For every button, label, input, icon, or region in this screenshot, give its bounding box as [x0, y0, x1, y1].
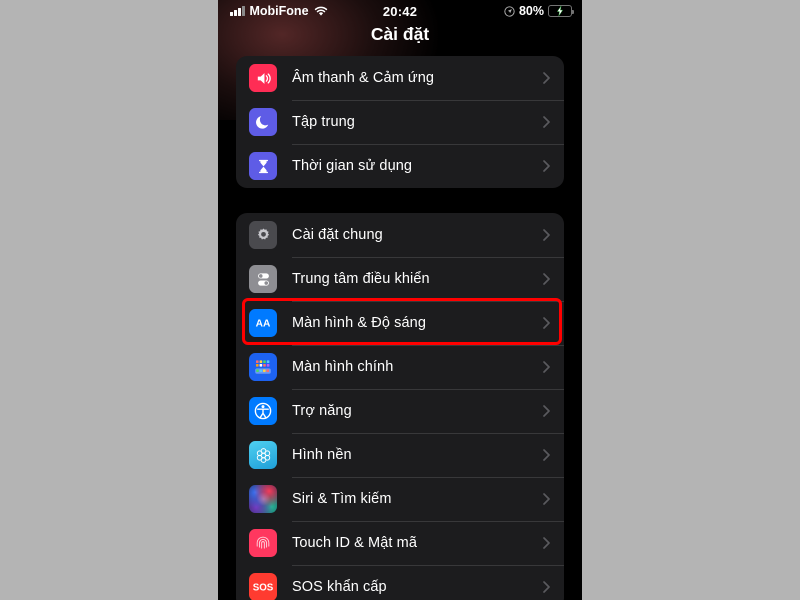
settings-row-label: Tập trung [292, 114, 355, 130]
charging-bolt-glyph [556, 5, 564, 17]
control-center-toggles-icon [249, 265, 277, 293]
touch-id-fingerprint-icon [249, 529, 277, 557]
settings-row-label: Hình nền [292, 447, 352, 463]
settings-row-general[interactable]: Cài đặt chung [236, 213, 564, 257]
wallpaper-flower-icon [249, 441, 277, 469]
settings-row-label: Thời gian sử dụng [292, 158, 413, 174]
settings-row-label: Màn hình chính [292, 359, 394, 375]
chevron-right-icon [543, 449, 550, 461]
settings-row-siri[interactable]: Siri & Tìm kiếm [236, 477, 564, 521]
general-gear-icon [249, 221, 277, 249]
settings-row-control-center[interactable]: Trung tâm điều khiển [236, 257, 564, 301]
settings-row-focus[interactable]: Tập trung [236, 100, 564, 144]
settings-section-general: Cài đặt chung Trung tâm điều khiển AA Mà… [236, 213, 564, 600]
settings-row-label: Touch ID & Mật mã [292, 535, 417, 551]
emergency-sos-icon: SOS [249, 573, 277, 600]
svg-text:SOS: SOS [253, 583, 274, 594]
chevron-right-icon [543, 581, 550, 593]
location-arrow-icon [504, 5, 515, 17]
battery-charging-icon [548, 5, 575, 17]
display-brightness-aa-icon: AA [249, 309, 277, 337]
home-screen-grid-icon [249, 353, 277, 381]
settings-row-label: Trung tâm điều khiển [292, 271, 430, 287]
battery-percent-label: 80% [518, 4, 544, 18]
settings-row-touch-id[interactable]: Touch ID & Mật mã [236, 521, 564, 565]
siri-orb-icon [249, 485, 277, 513]
settings-row-wallpaper[interactable]: Hình nền [236, 433, 564, 477]
settings-row-label: Cài đặt chung [292, 227, 383, 243]
phone-screen: MobiFone 20:42 80% Cài đặt Âm thanh & Cả… [218, 0, 582, 600]
chevron-right-icon [543, 116, 550, 128]
chevron-right-icon [543, 317, 550, 329]
settings-section-notifications: Âm thanh & Cảm ứng Tập trung Thời gian s… [236, 56, 564, 188]
settings-row-sounds[interactable]: Âm thanh & Cảm ứng [236, 56, 564, 100]
settings-row-label: Trợ năng [292, 403, 352, 419]
settings-row-accessibility[interactable]: Trợ năng [236, 389, 564, 433]
status-bar-right: 80% [504, 4, 575, 18]
settings-row-label: Màn hình & Độ sáng [292, 315, 426, 331]
settings-scroll-view[interactable]: Âm thanh & Cảm ứng Tập trung Thời gian s… [218, 0, 582, 600]
settings-row-label: Siri & Tìm kiếm [292, 491, 392, 507]
chevron-right-icon [543, 361, 550, 373]
screen-time-hourglass-icon [249, 152, 277, 180]
chevron-right-icon [543, 160, 550, 172]
settings-row-screen-time[interactable]: Thời gian sử dụng [236, 144, 564, 188]
chevron-right-icon [543, 72, 550, 84]
chevron-right-icon [543, 405, 550, 417]
settings-row-home-screen[interactable]: Màn hình chính [236, 345, 564, 389]
accessibility-icon [249, 397, 277, 425]
settings-row-label: SOS khẩn cấp [292, 579, 387, 595]
svg-text:AA: AA [256, 319, 271, 330]
page-title: Cài đặt [370, 24, 430, 44]
chevron-right-icon [543, 273, 550, 285]
chevron-right-icon [543, 537, 550, 549]
chevron-right-icon [543, 229, 550, 241]
settings-row-emergency-sos[interactable]: SOS SOS khẩn cấp [236, 565, 564, 600]
status-bar: MobiFone 20:42 80% [218, 0, 582, 22]
settings-row-display-brightness[interactable]: AA Màn hình & Độ sáng [236, 301, 564, 345]
settings-row-label: Âm thanh & Cảm ứng [292, 70, 435, 86]
sounds-haptics-icon [249, 64, 277, 92]
screenshot-root: MobiFone 20:42 80% Cài đặt Âm thanh & Cả… [0, 0, 800, 600]
focus-moon-icon [249, 108, 277, 136]
chevron-right-icon [543, 493, 550, 505]
